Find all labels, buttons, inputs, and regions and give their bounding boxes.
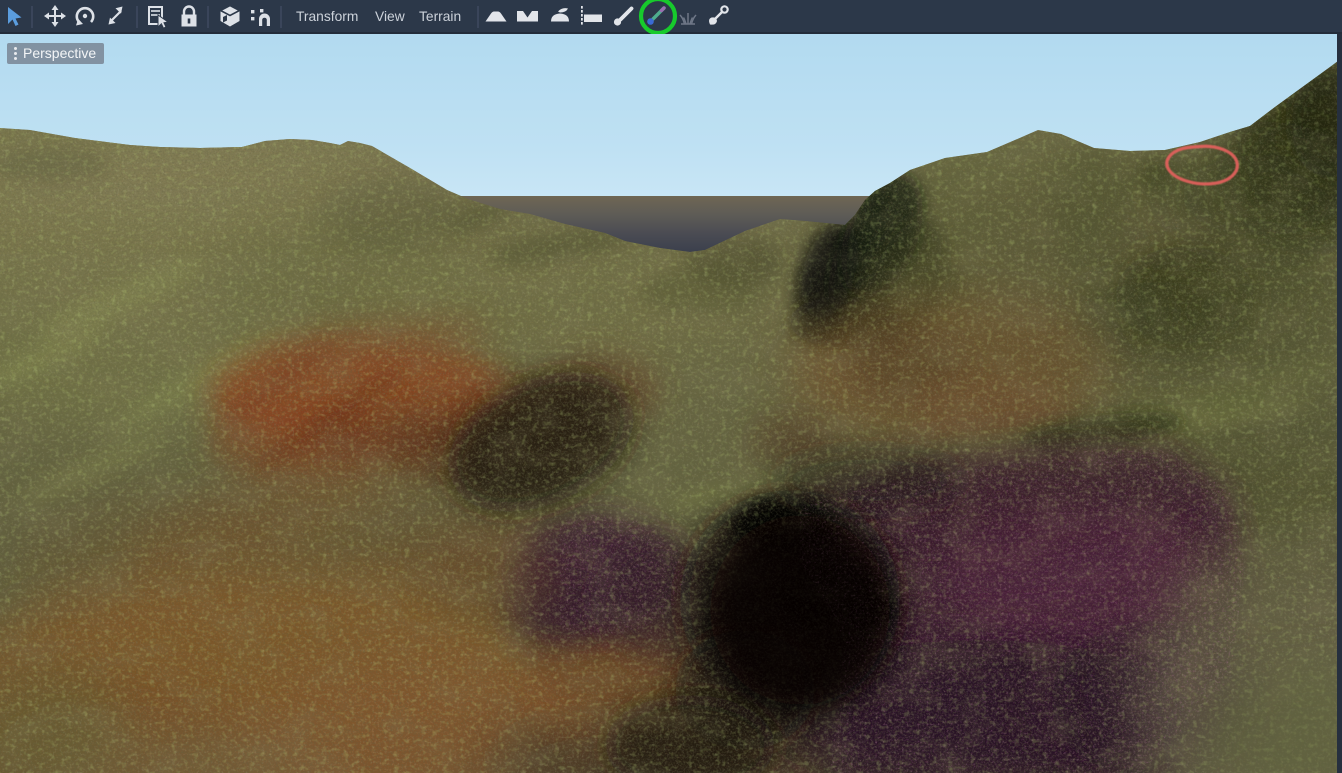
svg-text:View: View [375, 9, 405, 24]
svg-text:Transform: Transform [296, 9, 358, 24]
svg-text:Terrain: Terrain [419, 9, 461, 24]
